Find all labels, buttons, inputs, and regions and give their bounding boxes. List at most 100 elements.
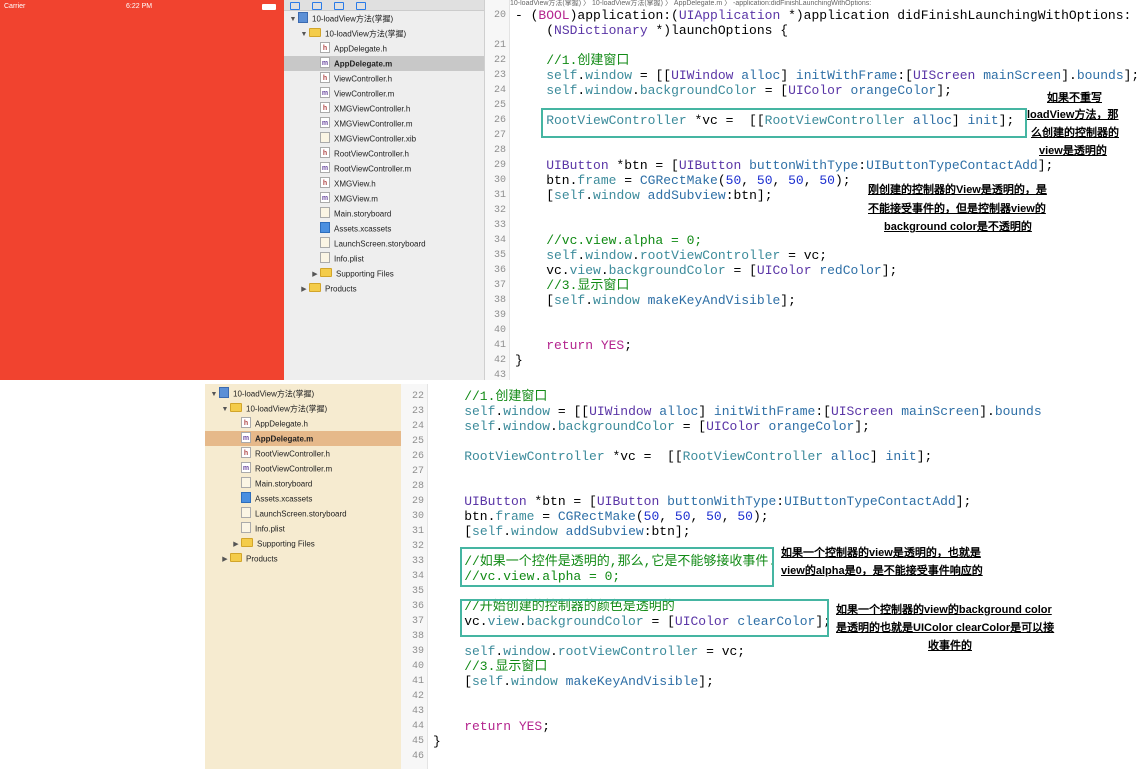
disclosure-triangle-icon[interactable]: ▼ — [288, 12, 298, 27]
code-line[interactable]: //1.创建窗口 — [515, 53, 629, 68]
file-tree-item[interactable]: m ViewController.m — [284, 86, 484, 101]
breadcrumb[interactable]: 10-loadView方法(掌握) 〉 10-loadView方法(掌握) 〉 … — [510, 0, 1142, 7]
disclosure-triangle-icon[interactable]: ▶ — [220, 552, 230, 567]
file-tree-item[interactable]: LaunchScreen.storyboard — [284, 236, 484, 251]
annotation-line: 不能接受事件的，但是控制器view的 — [868, 203, 1046, 215]
annotation-line: 如果不重写 — [1047, 92, 1102, 104]
code-line[interactable]: btn.frame = CGRectMake(50, 50, 50, 50); — [433, 509, 768, 524]
folder-icon — [309, 283, 321, 293]
line-number: 40 — [411, 661, 424, 672]
code-line[interactable]: [self.window makeKeyAndVisible]; — [433, 674, 714, 689]
file-tree-item[interactable]: Assets.xcassets — [205, 491, 401, 506]
code-line[interactable]: self.window.rootViewController = vc; — [515, 248, 827, 263]
line-number: 43 — [493, 370, 506, 381]
file-tree-item[interactable]: m RootViewController.m — [284, 161, 484, 176]
project-icon — [298, 12, 308, 24]
code-line[interactable]: return YES; — [433, 719, 550, 734]
line-number: 46 — [411, 751, 424, 762]
file-tree-item[interactable]: Main.storyboard — [205, 476, 401, 491]
file-tree-item[interactable]: m RootViewController.m — [205, 461, 401, 476]
code-line[interactable]: //3.显示窗口 — [515, 278, 629, 293]
file-tree-item[interactable]: ▼ 10-loadView方法(掌握) — [284, 11, 484, 26]
file-name: XMGView.h — [334, 179, 376, 189]
header-file-icon: h — [320, 72, 330, 84]
file-name: LaunchScreen.storyboard — [334, 239, 426, 249]
code-line[interactable]: //vc.view.alpha = 0; — [515, 233, 702, 248]
disclosure-triangle-icon[interactable]: ▶ — [310, 267, 320, 282]
line-number: 38 — [493, 295, 506, 306]
code-line[interactable]: //3.显示窗口 — [433, 659, 547, 674]
file-tree-item[interactable]: ▼ 10-loadView方法(掌握) — [205, 401, 401, 416]
disclosure-triangle-icon[interactable]: ▼ — [299, 27, 309, 42]
disclosure-triangle-icon[interactable]: ▶ — [299, 282, 309, 297]
file-tree-item[interactable]: ▶ Supporting Files — [284, 266, 484, 281]
file-tree-item[interactable]: m XMGView.m — [284, 191, 484, 206]
header-file-icon: h — [320, 42, 330, 54]
file-name: XMGViewController.m — [334, 119, 413, 129]
file-tree-item[interactable]: h RootViewController.h — [205, 446, 401, 461]
code-line[interactable]: } — [515, 353, 523, 368]
hierarchy-tab-icon[interactable] — [312, 2, 322, 10]
disclosure-triangle-icon[interactable]: ▶ — [231, 537, 241, 552]
file-tree-item[interactable]: Info.plist — [205, 521, 401, 536]
code-line[interactable]: } — [433, 734, 441, 749]
code-line[interactable]: UIButton *btn = [UIButton buttonWithType… — [515, 158, 1053, 173]
line-number: 34 — [493, 235, 506, 246]
file-tree-item[interactable]: h AppDelegate.h — [284, 41, 484, 56]
search-tab-icon[interactable] — [334, 2, 344, 10]
file-tree-item[interactable]: Main.storyboard — [284, 206, 484, 221]
code-line[interactable]: self.window.rootViewController = vc; — [433, 644, 745, 659]
code-line[interactable]: - (BOOL)application:(UIApplication *)app… — [515, 8, 1131, 23]
code-line[interactable]: //1.创建窗口 — [433, 389, 547, 404]
code-line[interactable]: vc.view.backgroundColor = [UIColor redCo… — [515, 263, 897, 278]
file-tree-item[interactable]: ▼ 10-loadView方法(掌握) — [284, 26, 484, 41]
disclosure-triangle-icon[interactable]: ▼ — [209, 387, 219, 402]
file-tree-item[interactable]: h RootViewController.h — [284, 146, 484, 161]
file-tree-item[interactable]: ▶ Supporting Files — [205, 536, 401, 551]
file-tree-item[interactable]: ▼ 10-loadView方法(掌握) — [205, 386, 401, 401]
code-line[interactable]: return YES; — [515, 338, 632, 353]
file-tree-item[interactable]: Info.plist — [284, 251, 484, 266]
file-tree-item[interactable]: XMGViewController.xib — [284, 131, 484, 146]
code-line[interactable]: self.window = [[UIWindow alloc] initWith… — [433, 404, 1041, 419]
file-name: XMGViewController.xib — [334, 134, 417, 144]
disclosure-triangle-icon[interactable]: ▼ — [220, 402, 230, 417]
header-file-icon: h — [241, 417, 251, 429]
code-line[interactable]: (NSDictionary *)launchOptions { — [515, 23, 788, 38]
file-name: 10-loadView方法(掌握) — [325, 29, 407, 39]
file-name: 10-loadView方法(掌握) — [233, 389, 315, 399]
file-tree-item[interactable]: h ViewController.h — [284, 71, 484, 86]
file-tree-item[interactable]: ▶ Products — [205, 551, 401, 566]
file-tree-item[interactable]: ▶ Products — [284, 281, 484, 296]
annotation-line: view的alpha是0，是不能接受事件响应的 — [781, 565, 983, 577]
file-tree-item[interactable]: LaunchScreen.storyboard — [205, 506, 401, 521]
code-line[interactable]: self.window = [[UIWindow alloc] initWith… — [515, 68, 1139, 83]
issue-tab-icon[interactable] — [356, 2, 366, 10]
file-tree-item[interactable]: m AppDelegate.m — [205, 431, 401, 446]
line-number: 25 — [411, 436, 424, 447]
file-tree-item[interactable]: h XMGView.h — [284, 176, 484, 191]
file-name: Assets.xcassets — [255, 494, 313, 504]
implementation-file-icon: m — [320, 57, 330, 69]
file-name: AppDelegate.m — [334, 59, 393, 69]
file-name: XMGViewController.h — [334, 104, 411, 114]
code-line[interactable]: btn.frame = CGRectMake(50, 50, 50, 50); — [515, 173, 850, 188]
file-icon — [320, 237, 330, 249]
code-line[interactable]: UIButton *btn = [UIButton buttonWithType… — [433, 494, 971, 509]
file-tree-item[interactable]: m AppDelegate.m — [284, 56, 484, 71]
code-line[interactable]: [self.window addSubview:btn]; — [433, 524, 690, 539]
code-line[interactable]: self.window.backgroundColor = [UIColor o… — [515, 83, 952, 98]
line-number: 36 — [411, 601, 424, 612]
line-number: 41 — [493, 340, 506, 351]
file-tree-item[interactable]: h XMGViewController.h — [284, 101, 484, 116]
code-line[interactable]: [self.window makeKeyAndVisible]; — [515, 293, 796, 308]
file-tree-item[interactable]: Assets.xcassets — [284, 221, 484, 236]
code-line[interactable]: [self.window addSubview:btn]; — [515, 188, 772, 203]
line-number: 21 — [493, 40, 506, 51]
folder-tab-icon[interactable] — [290, 2, 300, 10]
file-icon — [241, 522, 251, 534]
code-line[interactable]: RootViewController *vc = [[RootViewContr… — [433, 449, 932, 464]
file-tree-item[interactable]: m XMGViewController.m — [284, 116, 484, 131]
file-tree-item[interactable]: h AppDelegate.h — [205, 416, 401, 431]
code-line[interactable]: self.window.backgroundColor = [UIColor o… — [433, 419, 870, 434]
